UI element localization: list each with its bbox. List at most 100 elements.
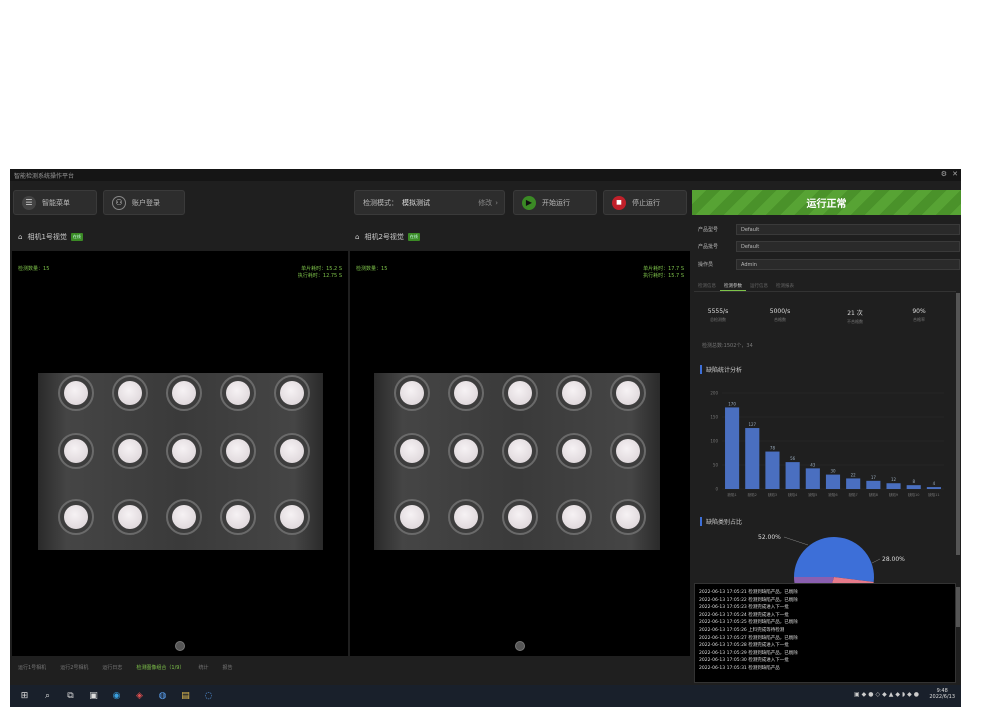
log-line: 2022-06-13 17:05:29 检测到缺陷产品，已剔除	[699, 650, 798, 656]
start-run-label: 开始运行	[542, 198, 570, 207]
camera1-stats: 单片耗时：15.2 S 执行耗时：12.75 S	[297, 266, 342, 279]
bar	[785, 462, 800, 489]
x-tick-label: 缺陷6	[828, 492, 837, 497]
y-tick-label: 150	[710, 415, 718, 420]
pie-data-label: 28.00%	[882, 556, 905, 563]
log-line: 2022-06-13 17:05:28 检测完成进入下一批	[699, 643, 789, 649]
tab-run-info[interactable]: 运行信息	[746, 280, 772, 291]
kpi-total: 5555/s 总检测数	[707, 308, 729, 322]
start-run-button[interactable]: ▶ 开始运行	[513, 190, 597, 215]
log-line: 2022-06-13 17:05:31 检测到缺陷产品	[699, 665, 780, 671]
close-icon[interactable]: ✕	[952, 170, 958, 178]
tab-camera2[interactable]: 运行2号相机	[60, 664, 88, 674]
log-scrollbar[interactable]	[956, 587, 960, 627]
bar	[866, 480, 881, 489]
defect-pie-chart: 52.00% 28.00%	[758, 534, 905, 583]
tab-inspection-params[interactable]: 检测参数	[720, 280, 746, 291]
app-window: 智能检测系统操作平台 ⚙ ✕ ☰ 智能菜单 ⚇ 账户登录 检测模式： 模拟测试 …	[10, 169, 961, 685]
right-panel-scrollbar[interactable]	[956, 293, 960, 555]
user-login-button[interactable]: ⚇ 账户登录	[103, 190, 185, 215]
camera1-count: 检测数量：15	[18, 266, 50, 272]
mode-edit-link[interactable]: 修改	[478, 198, 492, 208]
title-bar: 智能检测系统操作平台 ⚙ ✕	[10, 169, 961, 181]
chat-icon[interactable]: ◌	[200, 691, 217, 701]
task-view-icon[interactable]: ⧉	[62, 691, 79, 701]
camera2-view[interactable]: 检测数量：15 单片耗时：17.7 S 执行耗时：15.7 S	[350, 251, 690, 656]
app-window-icon[interactable]: ◈	[131, 691, 148, 701]
bar-value-label: 17	[871, 475, 877, 480]
product-model-field: 产品型号 Default	[696, 224, 960, 235]
batch-input[interactable]: Default	[736, 241, 960, 252]
user-login-label: 账户登录	[132, 198, 160, 207]
system-tray[interactable]: ▣◆●◇◆▲◆◗◆●	[854, 691, 921, 698]
camera2-title: 相机2号视觉	[364, 233, 404, 241]
tab-report[interactable]: 报告	[222, 664, 232, 674]
pie-section-title: 缺陷类别占比	[700, 517, 742, 526]
camera2-sample-image	[374, 373, 660, 550]
x-tick-label: 缺陷10	[908, 492, 919, 497]
camera1-online-badge: 在线	[70, 233, 83, 241]
summary-text: 检测总数:1502个，34	[702, 343, 753, 349]
y-tick-label: 100	[710, 439, 718, 444]
browser-icon[interactable]: ◍	[154, 691, 171, 701]
bar-value-label: 12	[891, 477, 897, 482]
operator-input[interactable]: Admin	[736, 259, 960, 270]
tab-stats[interactable]: 统计	[198, 664, 208, 674]
camera2-scroll-handle[interactable]	[515, 641, 525, 651]
log-line: 2022-06-13 17:05:30 检测完成进入下一批	[699, 658, 789, 664]
bar-value-label: 4	[933, 481, 936, 486]
smart-menu-button[interactable]: ☰ 智能菜单	[13, 190, 97, 215]
tab-run-log[interactable]: 运行日志	[102, 664, 122, 674]
bar	[805, 468, 820, 489]
kpi-pass: 5000/s 合格数	[769, 308, 791, 322]
bottom-tab-bar: 运行1号相机 运行2号相机 运行日志 检测图像组合（1/9） 统计 报告	[10, 662, 691, 674]
edge-browser-icon[interactable]: ◉	[108, 691, 125, 701]
stop-run-label: 停止运行	[632, 198, 660, 207]
stop-icon: ■	[612, 195, 626, 210]
chevron-right-icon: ›	[495, 198, 498, 207]
bar	[825, 474, 841, 489]
bar-value-label: 8	[912, 479, 915, 484]
camera1-sample-image	[38, 373, 323, 550]
x-tick-label: 缺陷11	[928, 492, 939, 497]
mode-selector[interactable]: 检测模式： 模拟测试 修改 ›	[354, 190, 505, 215]
x-tick-label: 缺陷2	[748, 492, 757, 497]
x-tick-label: 缺陷7	[849, 492, 858, 497]
log-line: 2022-06-13 17:05:25 检测到缺陷产品，已剔除	[699, 620, 798, 626]
x-tick-label: 缺陷4	[788, 492, 798, 497]
bar	[745, 428, 760, 489]
camera1-view[interactable]: 检测数量：15 单片耗时：15.2 S 执行耗时：12.75 S	[12, 251, 348, 656]
menu-icon: ☰	[22, 195, 36, 210]
batch-field: 产品批号 Default	[696, 241, 960, 252]
bar	[725, 407, 740, 489]
stop-run-button[interactable]: ■ 停止运行	[603, 190, 687, 215]
camera1-scroll-handle[interactable]	[175, 641, 185, 651]
start-icon[interactable]: ⊞	[16, 691, 33, 701]
bar	[846, 478, 861, 489]
settings-icon[interactable]: ⚙	[941, 170, 947, 178]
tab-image-combo[interactable]: 检测图像组合（1/9）	[136, 664, 184, 674]
log-line: 2022-06-13 17:05:22 检测到缺陷产品，已剔除	[699, 597, 798, 603]
defect-bar-chart: 0 50 100 150 200 170 缺陷1 127 缺陷2 78 缺陷3 56 缺陷4 43 缺陷5 3…	[710, 391, 944, 497]
tab-inspection-report[interactable]: 检测报表	[772, 280, 798, 291]
camera1-title: 相机1号视觉	[27, 233, 67, 241]
y-tick-label: 200	[710, 391, 718, 396]
clock[interactable]: 9:48 2022/6/13	[929, 688, 955, 700]
log-line: 2022-06-13 17:05:21 检测到缺陷产品，已剔除	[699, 590, 798, 595]
camera2-count: 检测数量：15	[356, 266, 388, 272]
bar-value-label: 22	[851, 472, 857, 477]
bar	[886, 483, 901, 489]
bar-value-label: 56	[790, 456, 796, 461]
bar-value-label: 78	[770, 446, 776, 451]
smart-menu-label: 智能菜单	[42, 198, 70, 207]
tab-camera1[interactable]: 运行1号相机	[18, 664, 46, 674]
x-tick-label: 缺陷9	[889, 492, 898, 497]
search-icon[interactable]: ⌕	[39, 691, 56, 701]
tab-inspection-info[interactable]: 检测信息	[694, 280, 720, 291]
right-tab-bar: 检测信息 检测参数 运行信息 检测报表	[694, 280, 956, 292]
camera2-online-badge: 在线	[407, 233, 420, 241]
app-icon[interactable]: ▣	[85, 691, 102, 701]
camera1-header: ⌂ 相机1号视觉 在线	[18, 226, 83, 248]
product-model-input[interactable]: Default	[736, 224, 960, 235]
folder-icon[interactable]: ▤	[177, 691, 194, 701]
